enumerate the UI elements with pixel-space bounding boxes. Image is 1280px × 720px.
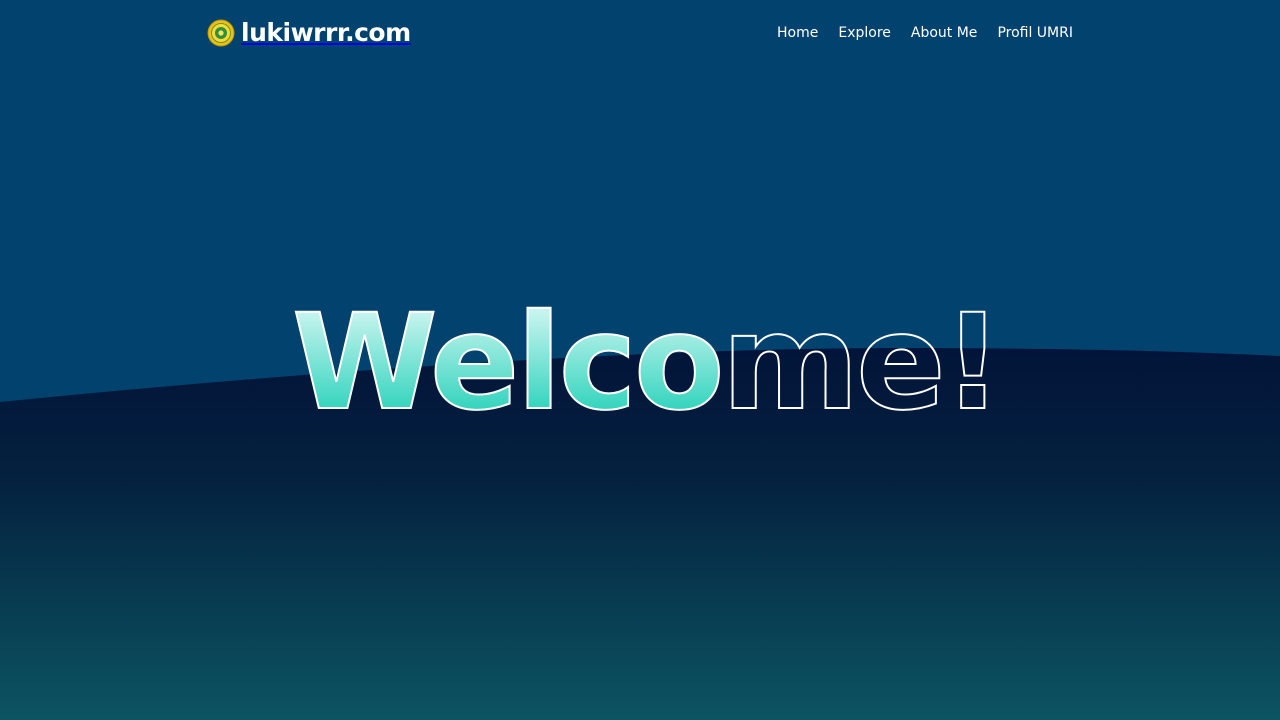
heading-outline-part: me! [722,286,1000,440]
welcome-heading: Welcome! [292,286,1000,440]
nav-link-explore[interactable]: Explore [838,22,891,44]
nav-item-home: Home [777,22,818,44]
nav-link-profil-umri[interactable]: Profil UMRI [997,22,1073,44]
brand-link[interactable]: lukiwrrr.com [207,17,411,49]
navbar: lukiwrrr.com Home Explore About Me Profi… [0,0,1280,66]
heading-filled-part: Welco [292,286,722,440]
nav-item-profil-umri: Profil UMRI [997,22,1073,44]
main-nav: Home Explore About Me Profil UMRI [777,22,1073,44]
nav-link-home[interactable]: Home [777,22,818,44]
hero-section: Welcome! [0,0,1280,720]
page: lukiwrrr.com Home Explore About Me Profi… [0,0,1280,720]
hero-headline: Welcome! [291,285,1004,441]
nav-item-about-me: About Me [911,22,978,44]
university-emblem-icon [207,19,235,47]
nav-item-explore: Explore [838,22,891,44]
nav-link-about-me[interactable]: About Me [911,22,978,44]
brand-name: lukiwrrr.com [241,18,411,47]
